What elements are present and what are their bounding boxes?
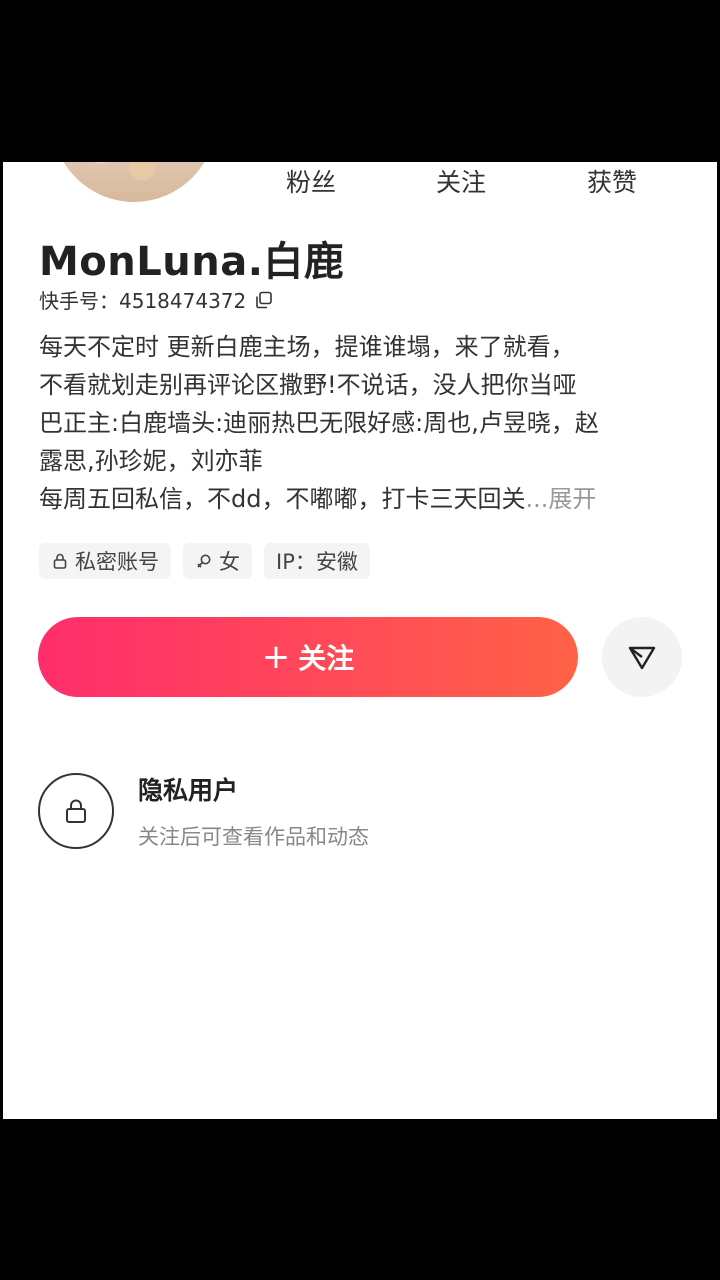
user-id-text: 快手号：4518474372 [39,285,246,314]
private-notice-subtitle: 关注后可查看作品和动态 [138,825,369,849]
private-account-label: 私密账号 [75,550,159,574]
follow-button-label: 关注 [298,642,355,675]
bio-text: 每天不定时 更新白鹿主场，提谁谁塌，来了就看， 不看就划走别再评论区撒野!不说话… [39,328,684,518]
lock-icon [53,553,67,569]
profile-name: MonLuna.白鹿 [39,239,345,285]
private-notice-text: 隐私用户 关注后可查看作品和动态 [138,771,369,851]
expand-bio-link[interactable]: ...展开 [525,485,596,513]
gender-tag: 女 [183,543,252,579]
profile-card: 粉丝 关注 获赞 MonLuna.白鹿 快手号：4518474372 每天不定时… [3,162,717,1119]
bio-line: 每周五回私信，不dd，不嘟嘟，打卡三天回关...展开 [39,480,684,518]
bio-line: 露思,孙珍妮，刘亦菲 [39,447,263,475]
lock-icon [66,799,86,823]
private-user-notice: 隐私用户 关注后可查看作品和动态 [38,771,369,851]
message-button[interactable] [602,617,682,697]
plus-icon: + [261,637,291,677]
bio-line: 巴正主:白鹿墙头:迪丽热巴无限好感:周也,卢昱晓，赵 [39,409,599,437]
follow-button[interactable]: + 关注 [38,617,578,697]
ip-location-label: IP：安徽 [276,550,358,574]
bio-line-last: 每周五回私信，不dd，不嘟嘟，打卡三天回关 [39,485,526,513]
user-id-row: 快手号：4518474372 [39,285,274,314]
lock-circle [38,773,114,849]
ip-location-tag: IP：安徽 [264,543,370,579]
phone-frame: 粉丝 关注 获赞 MonLuna.白鹿 快手号：4518474372 每天不定时… [0,0,720,1280]
private-account-tag: 私密账号 [39,543,171,579]
send-icon [628,646,656,670]
bio-line: 每天不定时 更新白鹿主场，提谁谁塌，来了就看， [39,333,575,361]
bio-line: 不看就划走别再评论区撒野!不说话，没人把你当哑 [39,371,577,399]
likes-stat-label[interactable]: 获赞 [587,163,637,199]
private-notice-title: 隐私用户 [138,776,239,805]
following-stat-label[interactable]: 关注 [436,163,486,199]
copy-icon[interactable] [254,290,274,310]
user-id-label: 快手号： [39,289,119,313]
user-id-value: 4518474372 [119,289,247,313]
avatar[interactable] [52,162,216,202]
profile-tags: 私密账号 女 IP：安徽 [39,543,370,579]
fans-stat-label[interactable]: 粉丝 [286,163,336,199]
female-icon [197,554,211,568]
gender-label: 女 [219,550,240,574]
